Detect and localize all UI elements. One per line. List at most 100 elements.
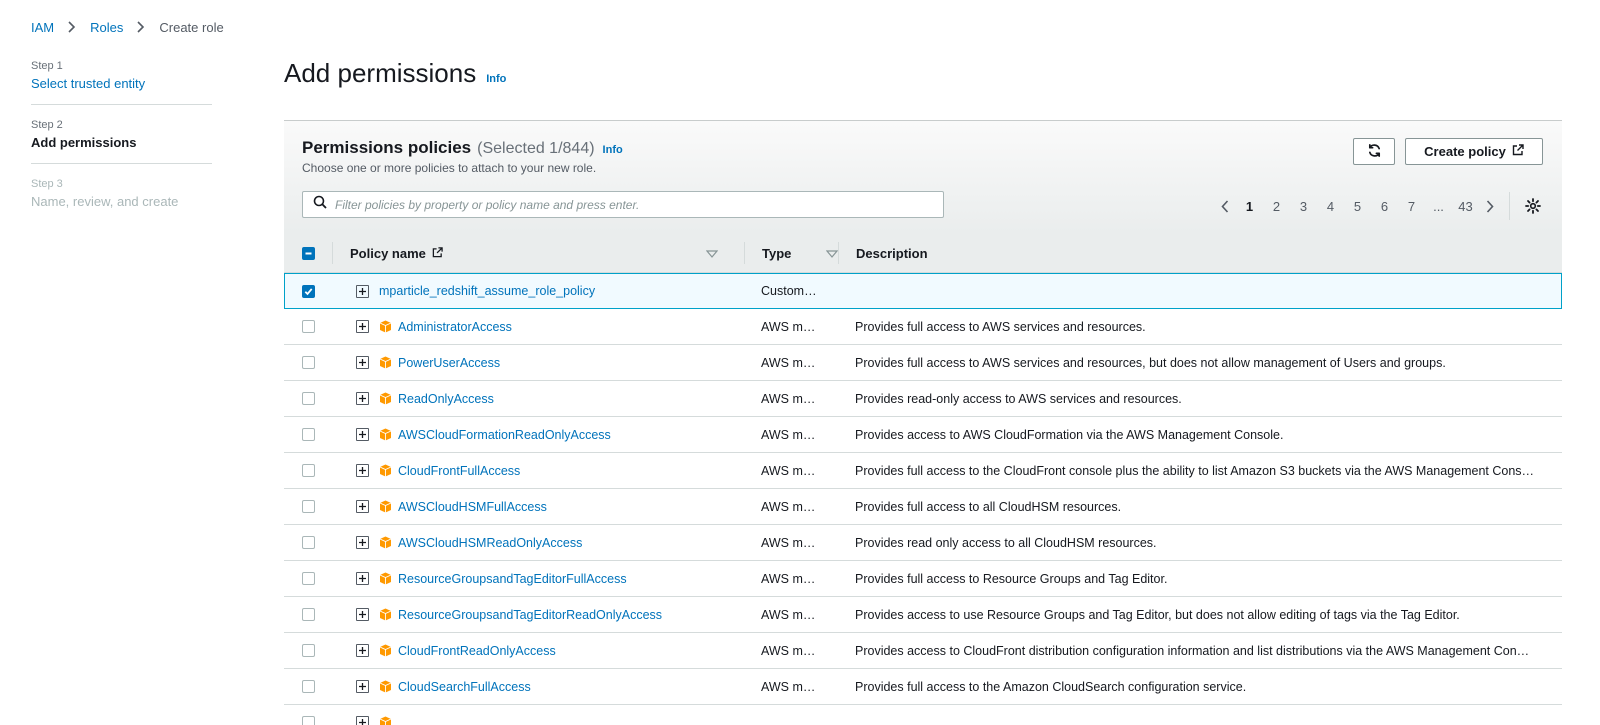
row-checkbox[interactable] <box>302 608 315 621</box>
aws-managed-cube-icon <box>379 500 392 513</box>
page-6[interactable]: 6 <box>1371 199 1398 214</box>
policy-description: Provides full access to AWS services and… <box>855 355 1446 370</box>
expand-icon[interactable] <box>356 464 369 477</box>
row-checkbox[interactable] <box>302 644 315 657</box>
expand-icon[interactable] <box>356 392 369 405</box>
table-row[interactable]: ReadOnlyAccess AWS m… Provides read-only a… <box>284 381 1562 417</box>
policy-name-link[interactable]: AWSCloudHSMFullAccess <box>398 500 547 514</box>
checkbox-cell <box>302 417 315 452</box>
policies-table: Policy name Type Description mparticle_r… <box>284 233 1562 725</box>
table-row[interactable]: mparticle_redshift_assume_role_policy Cus… <box>284 273 1562 309</box>
expand-icon[interactable] <box>356 572 369 585</box>
refresh-button[interactable] <box>1353 138 1395 165</box>
table-row[interactable]: PowerUserAccess AWS m… Provides full acces… <box>284 345 1562 381</box>
table-row[interactable]: CloudFrontFullAccess AWS m… Provides full … <box>284 453 1562 489</box>
prev-page-icon[interactable] <box>1214 195 1236 217</box>
expand-icon[interactable] <box>356 356 369 369</box>
panel-info-link[interactable]: Info <box>603 144 623 156</box>
column-header-policy-name[interactable]: Policy name <box>350 233 730 273</box>
policy-name-link[interactable]: PowerUserAccess <box>398 356 500 370</box>
breadcrumb-roles[interactable]: Roles <box>90 20 123 35</box>
column-header-type[interactable]: Type <box>762 233 839 273</box>
expand-icon[interactable] <box>356 644 369 657</box>
expand-icon[interactable] <box>356 320 369 333</box>
create-policy-button[interactable]: Create policy <box>1405 138 1543 165</box>
table-row[interactable]: AWSCloudHSMFullAccess AWS m… Provides full… <box>284 489 1562 525</box>
page-4[interactable]: 4 <box>1317 199 1344 214</box>
row-checkbox[interactable] <box>302 536 315 549</box>
expand-cell <box>356 345 369 380</box>
policy-name-link[interactable]: AWSCloudFormationReadOnlyAccess <box>398 428 611 442</box>
policy-name-link[interactable]: CloudFrontFullAccess <box>398 464 520 478</box>
policy-name-cell <box>379 705 739 725</box>
page-2[interactable]: 2 <box>1263 199 1290 214</box>
row-checkbox[interactable] <box>302 284 315 298</box>
expand-icon[interactable] <box>356 680 369 693</box>
table-row[interactable]: ResourceGroupsandTagEditorReadOnlyAccess… <box>284 597 1562 633</box>
row-checkbox[interactable] <box>302 464 315 477</box>
external-link-icon <box>432 246 443 261</box>
table-row[interactable]: CloudSearchFullAccess AWS m… Provides full… <box>284 669 1562 705</box>
gear-icon[interactable] <box>1522 195 1544 217</box>
page-3[interactable]: 3 <box>1290 199 1317 214</box>
policy-type: AWS m… <box>761 571 816 586</box>
policy-type: AWS m… <box>761 499 816 514</box>
row-checkbox[interactable] <box>302 428 315 441</box>
row-checkbox[interactable] <box>302 356 315 369</box>
policy-name-link[interactable]: ResourceGroupsandTagEditorFullAccess <box>398 572 627 586</box>
table-row[interactable]: AdministratorAccess AWS m… Provides full a… <box>284 309 1562 345</box>
policy-name-cell: mparticle_redshift_assume_role_policy <box>379 274 739 308</box>
page-43[interactable]: 43 <box>1452 199 1479 214</box>
search-input[interactable] <box>335 197 925 212</box>
table-row[interactable]: CloudFrontReadOnlyAccess AWS m… Provides a… <box>284 633 1562 669</box>
page-1[interactable]: 1 <box>1236 199 1263 214</box>
column-divider <box>838 242 839 264</box>
row-checkbox[interactable] <box>302 500 315 513</box>
policy-name-link[interactable]: AdministratorAccess <box>398 320 512 334</box>
step-link-select-trusted-entity[interactable]: Select trusted entity <box>31 76 212 91</box>
expand-cell <box>356 381 369 416</box>
row-checkbox[interactable] <box>302 680 315 693</box>
sort-caret-icon[interactable] <box>705 246 719 261</box>
step-number: Step 1 <box>31 60 63 72</box>
policy-name-link[interactable]: AWSCloudHSMReadOnlyAccess <box>398 536 582 550</box>
row-checkbox[interactable] <box>302 320 315 333</box>
page-title: Add permissions <box>284 58 477 88</box>
page-7[interactable]: 7 <box>1398 199 1425 214</box>
expand-icon[interactable] <box>356 500 369 513</box>
expand-icon[interactable] <box>356 428 369 441</box>
policy-search[interactable] <box>302 191 944 218</box>
next-page-icon[interactable] <box>1479 195 1501 217</box>
aws-managed-cube-icon <box>379 716 392 725</box>
breadcrumb: IAM Roles Create role <box>31 19 224 35</box>
expand-icon[interactable] <box>356 536 369 549</box>
sort-caret-icon[interactable] <box>825 246 839 261</box>
policy-name-link[interactable]: ResourceGroupsandTagEditorReadOnlyAccess <box>398 608 662 622</box>
checkbox-cell <box>302 597 315 632</box>
policy-description <box>855 274 1555 308</box>
row-checkbox[interactable] <box>302 392 315 405</box>
policy-name-link[interactable]: mparticle_redshift_assume_role_policy <box>379 284 595 298</box>
table-row[interactable] <box>284 705 1562 725</box>
select-all-checkbox[interactable] <box>302 246 315 260</box>
table-row[interactable]: ResourceGroupsandTagEditorFullAccess AWS … <box>284 561 1562 597</box>
policy-name-cell: CloudSearchFullAccess <box>379 669 739 704</box>
checkbox-cell <box>302 561 315 596</box>
page-5[interactable]: 5 <box>1344 199 1371 214</box>
expand-icon[interactable] <box>356 608 369 621</box>
policy-name-link[interactable]: ReadOnlyAccess <box>398 392 494 406</box>
expand-icon[interactable] <box>356 284 369 298</box>
aws-managed-cube-icon <box>379 536 392 549</box>
table-row[interactable]: AWSCloudHSMReadOnlyAccess AWS m… Provides … <box>284 525 1562 561</box>
aws-managed-cube-icon <box>379 320 392 333</box>
page-info-link[interactable]: Info <box>486 73 506 85</box>
row-checkbox[interactable] <box>302 716 315 725</box>
breadcrumb-iam[interactable]: IAM <box>31 20 54 35</box>
policy-name-link[interactable]: CloudFrontReadOnlyAccess <box>398 644 556 658</box>
row-checkbox[interactable] <box>302 572 315 585</box>
table-row[interactable]: AWSCloudFormationReadOnlyAccess AWS m… Pro… <box>284 417 1562 453</box>
policy-name-link[interactable]: CloudSearchFullAccess <box>398 680 531 694</box>
column-label-policy-name: Policy name <box>350 245 426 261</box>
external-link-icon <box>1512 144 1524 159</box>
expand-icon[interactable] <box>356 716 369 725</box>
